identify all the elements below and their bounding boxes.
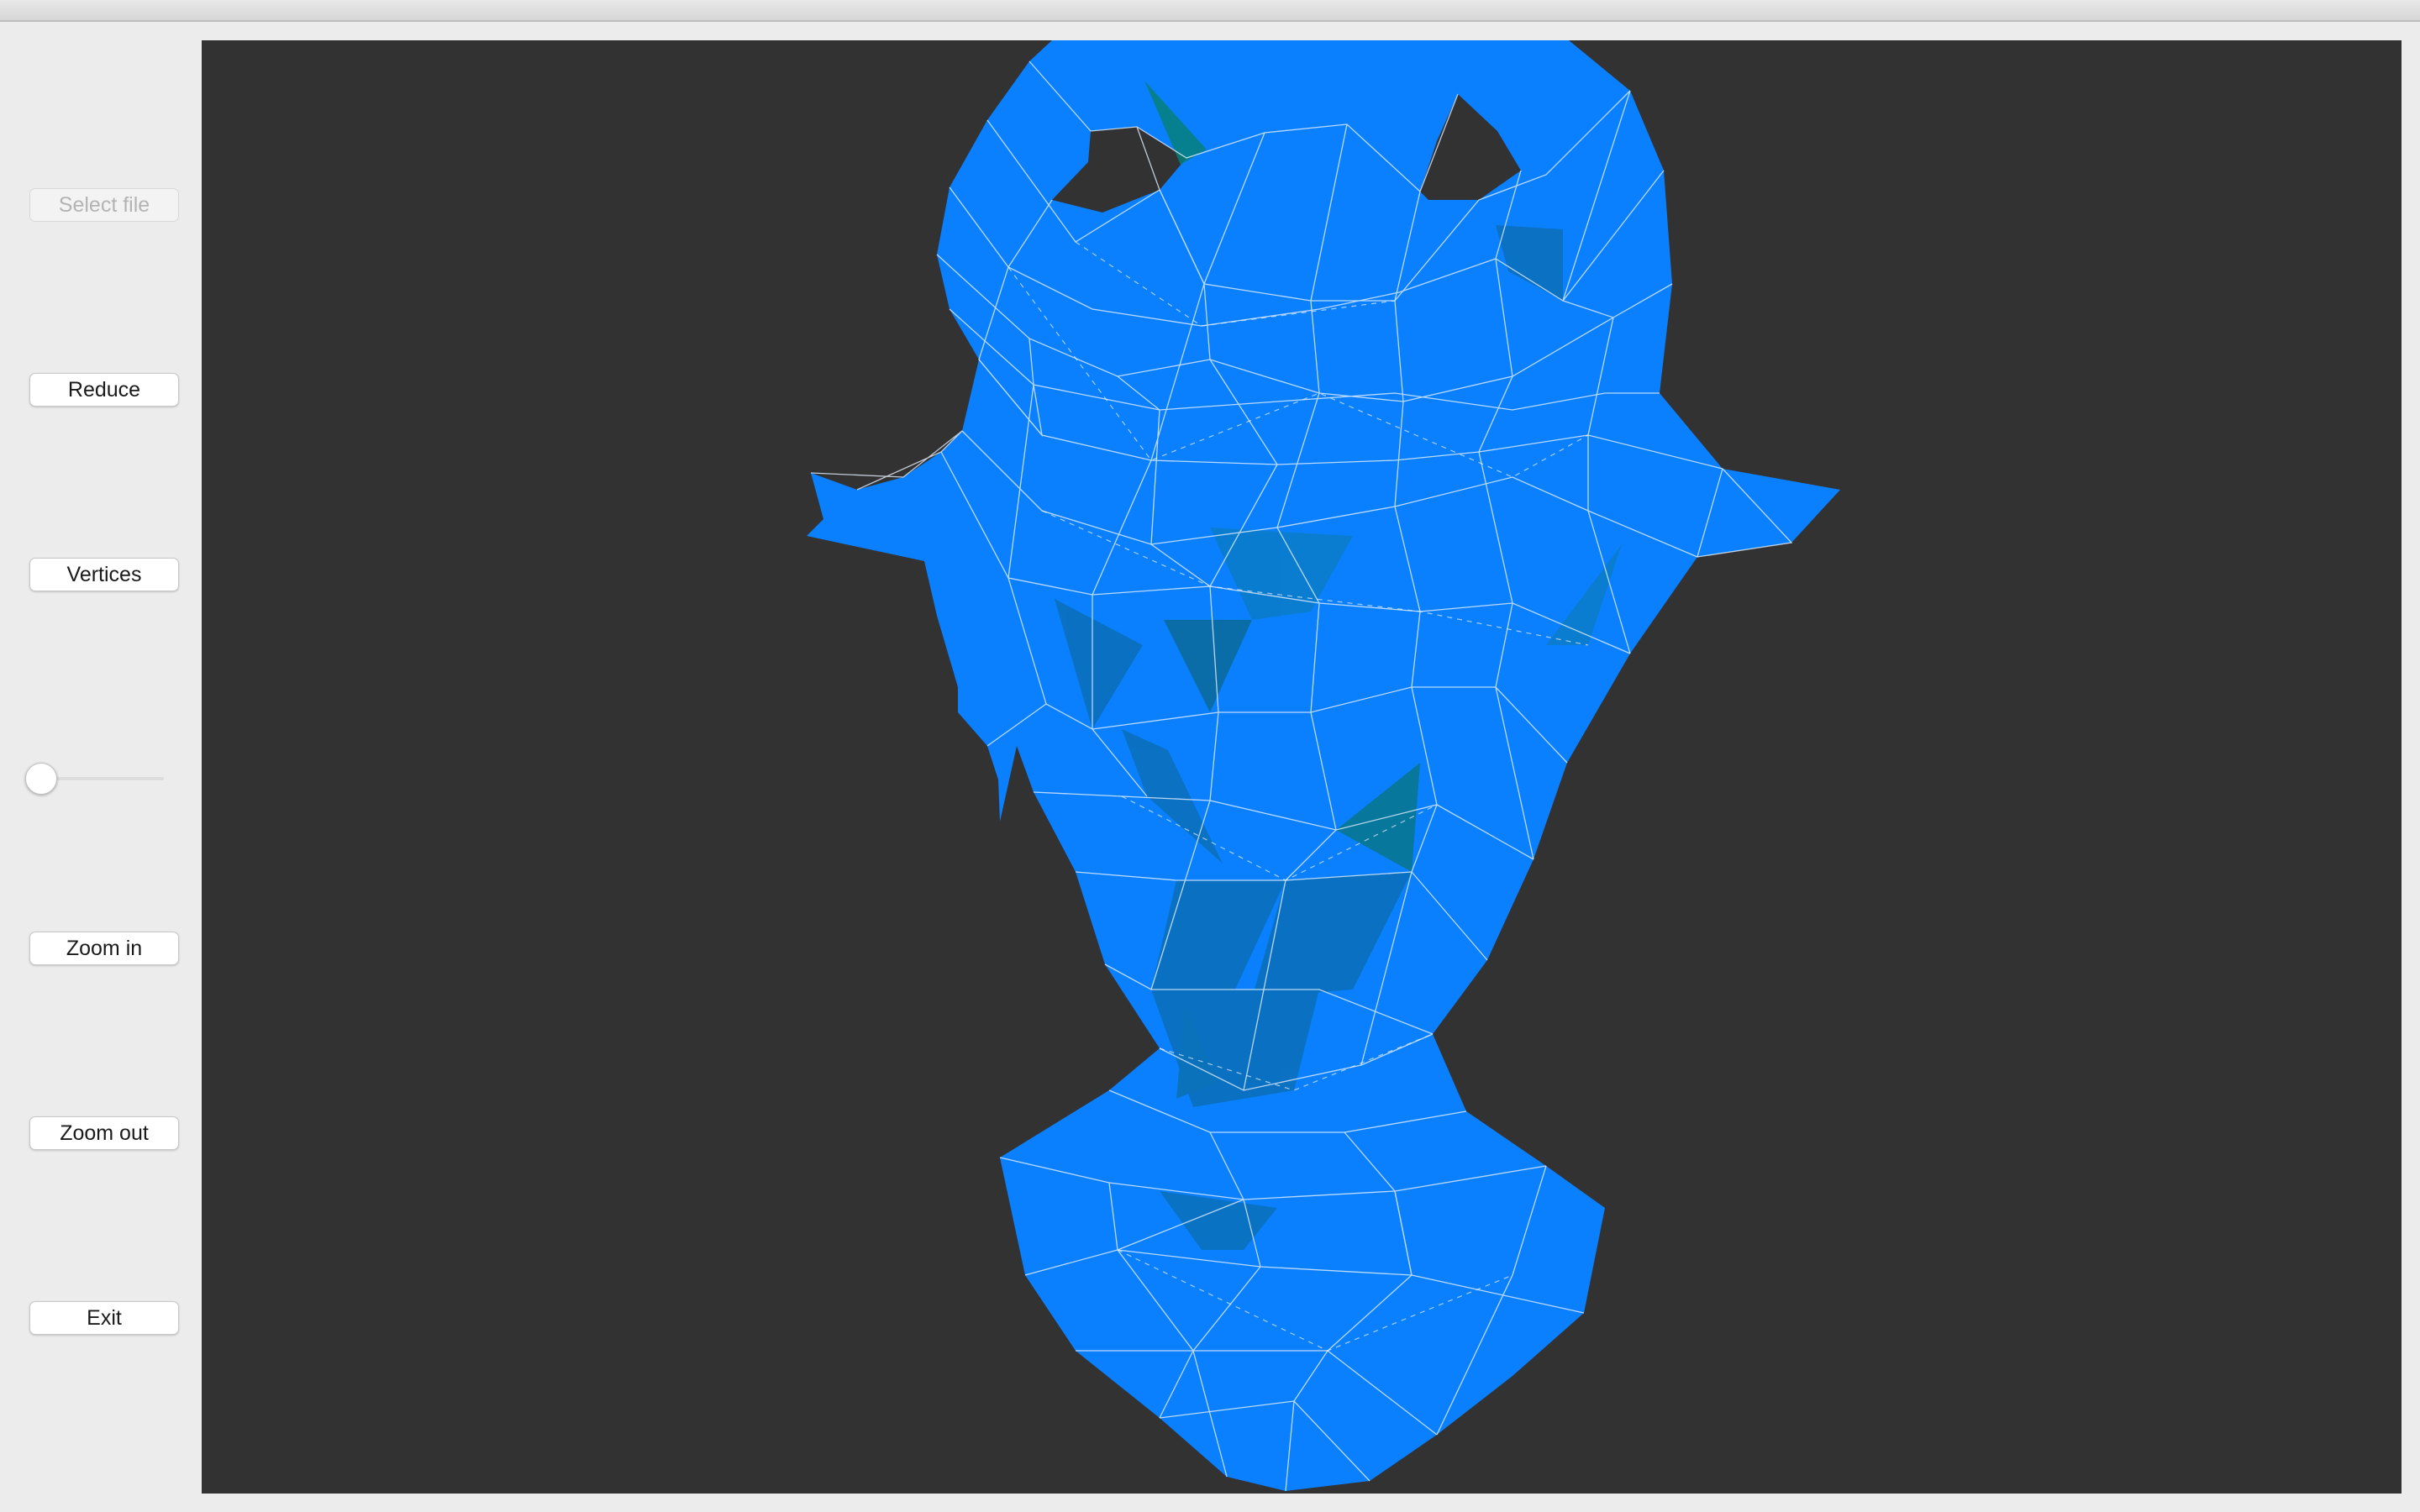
zoom-out-button[interactable]: Zoom out bbox=[29, 1116, 179, 1150]
slider-knob[interactable] bbox=[25, 763, 57, 795]
sidebar: Select file Reduce Vertices Zoom in Zoom… bbox=[0, 22, 202, 1512]
head-mesh bbox=[807, 40, 1840, 1491]
title-bar bbox=[0, 0, 2420, 22]
reduce-button[interactable]: Reduce bbox=[29, 373, 179, 407]
app-window: Select file Reduce Vertices Zoom in Zoom… bbox=[0, 0, 2420, 1512]
vertices-button[interactable]: Vertices bbox=[29, 558, 179, 591]
3d-viewport[interactable] bbox=[202, 40, 2402, 1494]
vertex-slider[interactable] bbox=[25, 762, 164, 795]
exit-button[interactable]: Exit bbox=[29, 1301, 179, 1335]
select-file-button[interactable]: Select file bbox=[29, 188, 179, 222]
head-mesh-render bbox=[807, 40, 1840, 1492]
zoom-in-button[interactable]: Zoom in bbox=[29, 932, 179, 965]
